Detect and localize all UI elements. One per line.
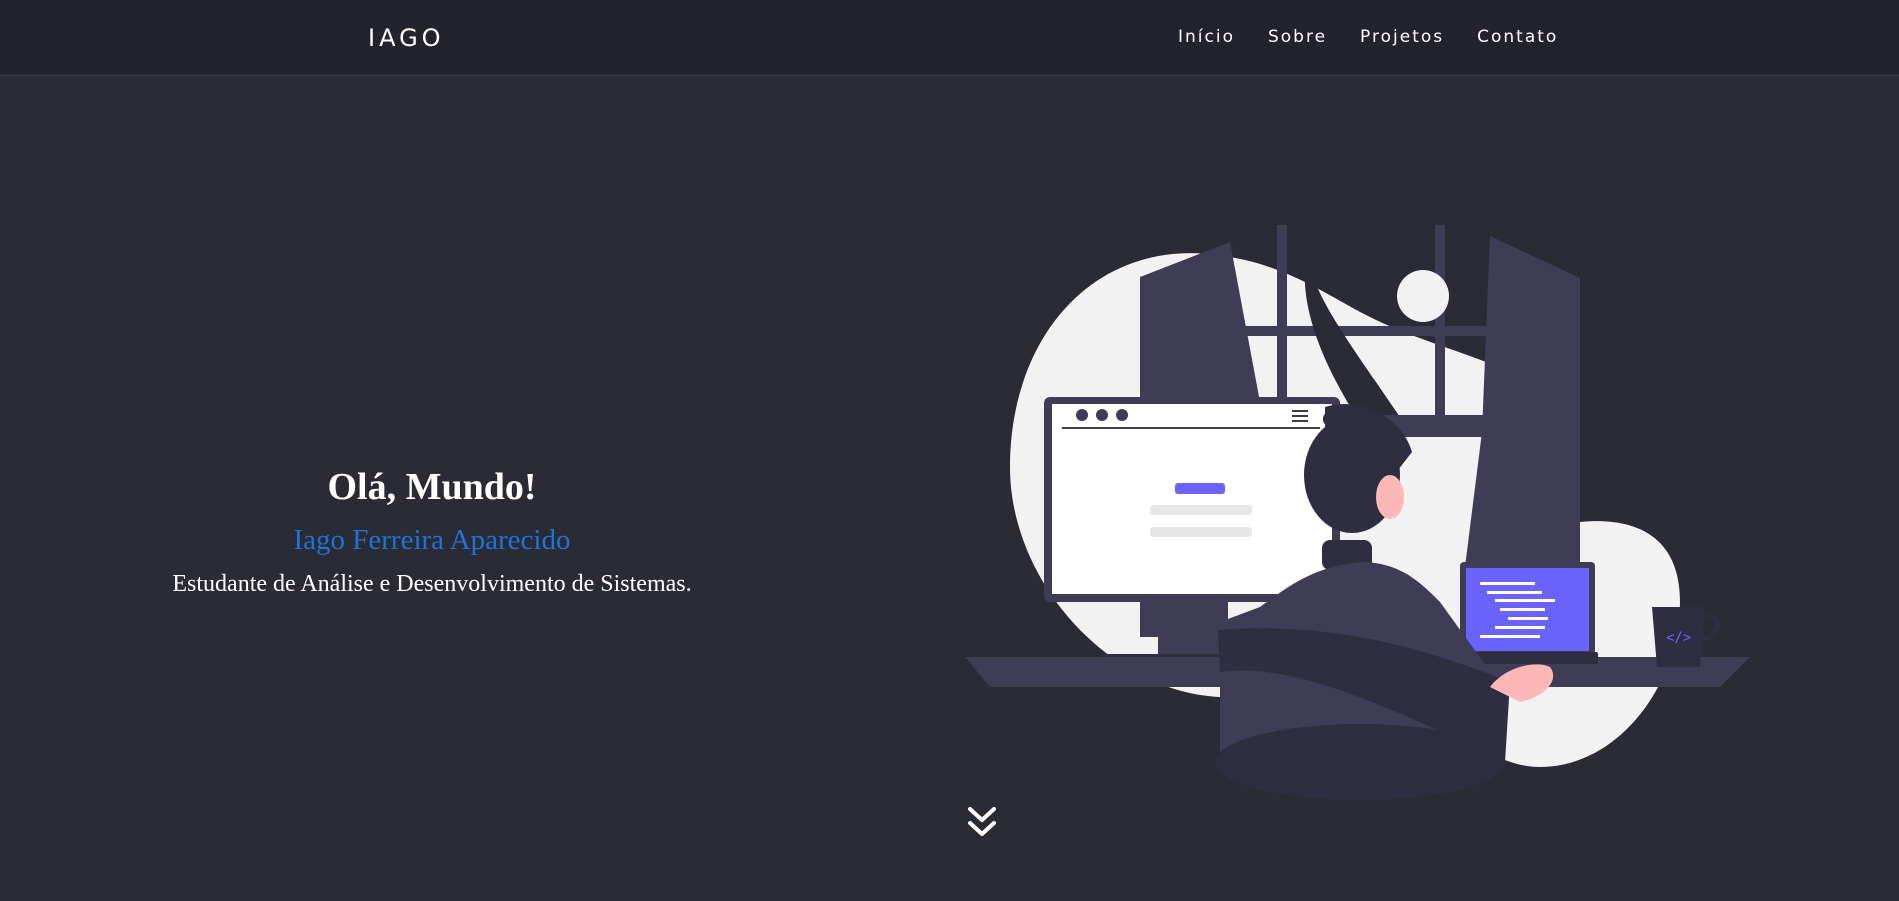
navbar: IAGO Início Sobre Projetos Contato [0, 0, 1899, 76]
hero-section: Olá, Mundo! Iago Ferreira Aparecido Estu… [132, 460, 732, 602]
programmer-illustration: </> [965, 225, 1750, 800]
nav-link-projetos[interactable]: Projetos [1360, 27, 1444, 47]
mug-code-text: </> [1666, 630, 1691, 646]
nav-link-sobre[interactable]: Sobre [1268, 27, 1327, 47]
hero-name: Iago Ferreira Aparecido [293, 524, 571, 556]
brand-logo[interactable]: IAGO [368, 24, 445, 52]
nav-menu: Início Sobre Projetos Contato [1178, 27, 1591, 47]
scroll-down-icon[interactable] [962, 803, 1002, 848]
hero-subtitle: Estudante de Análise e Desenvolvimento d… [172, 571, 692, 597]
hero-title: Olá, Mundo! [327, 466, 537, 508]
nav-link-inicio[interactable]: Início [1178, 27, 1235, 47]
nav-link-contato[interactable]: Contato [1477, 27, 1558, 47]
